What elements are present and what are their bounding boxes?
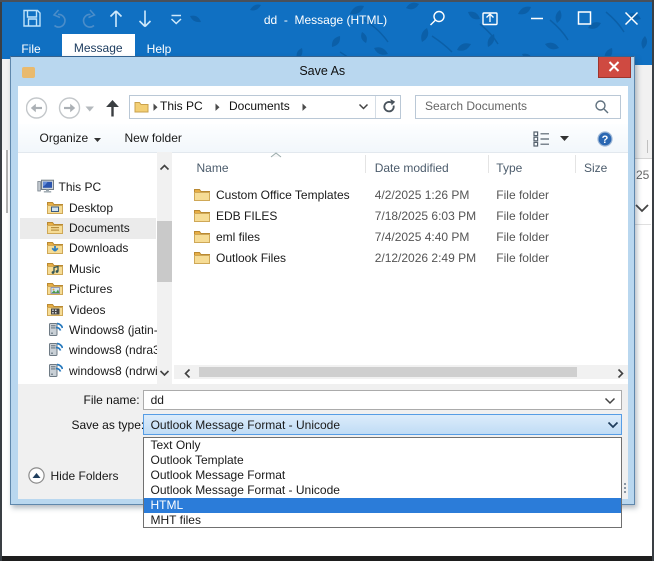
svg-text:?: ? (601, 134, 608, 146)
